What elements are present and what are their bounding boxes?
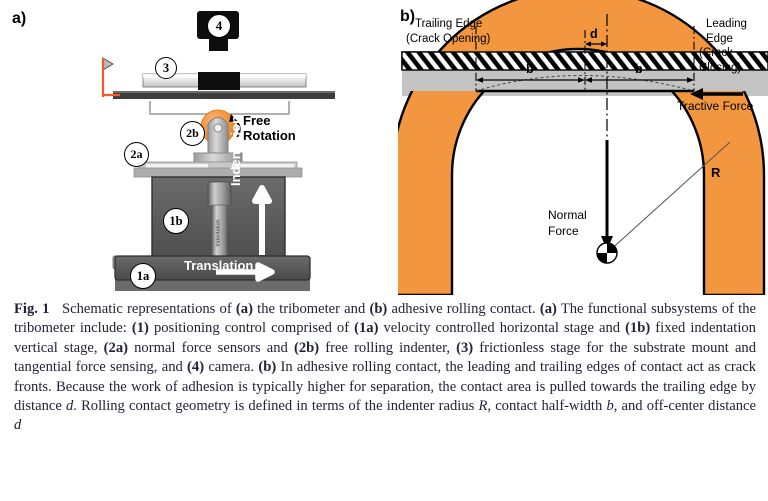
leading-edge-line1: Leading Edge <box>706 18 747 45</box>
caption-segment: (1) <box>131 320 149 337</box>
normal-force-sensors <box>133 152 303 178</box>
caption-segment: camera. <box>204 359 259 376</box>
caption-segment: adhesive rolling contact. <box>387 301 540 317</box>
free-rotation-label: Free Rotation <box>243 113 296 144</box>
indenter-body-text: Indentation <box>216 219 222 246</box>
callout-1a-label: 1a <box>136 268 150 283</box>
caption-segment: (b) <box>258 359 277 376</box>
d-text: d <box>590 27 598 41</box>
callout-2b-label: 2b <box>186 126 199 140</box>
caption-segment: velocity controlled horizontal stage and <box>378 320 626 337</box>
figure-1: Indentation a) 4 3 2b 2a 1b 1a Free Rota… <box>0 0 768 501</box>
caption-segment: (4) <box>187 359 205 376</box>
normal-force-line2: Force <box>548 223 579 238</box>
panel-a-tribometer: Indentation a) 4 3 2b 2a 1b 1a Free Rota… <box>0 0 398 295</box>
translation-text: Translation <box>184 258 254 273</box>
caption-segment: (3) <box>456 339 474 356</box>
radius-label: R <box>711 165 720 180</box>
caption-segment: Schematic representations of <box>62 301 236 317</box>
callout-2b: 2b <box>180 121 205 146</box>
radius-text: R <box>711 165 721 180</box>
panel-a-label: a) <box>12 10 27 27</box>
caption-segment: , and off-center distance <box>613 398 756 415</box>
tribometer-drawing: Indentation <box>101 11 335 291</box>
free-rotation-line1: Free <box>243 113 271 128</box>
caption-body: Schematic representations of (a) the tri… <box>14 301 756 433</box>
caption-segment: . Rolling contact geometry is defined in… <box>73 398 479 415</box>
frictionless-stage <box>113 72 335 99</box>
figure-caption: Fig. 1 Schematic representations of (a) … <box>14 300 756 436</box>
trailing-edge-line1: Trailing Edge <box>415 18 483 30</box>
b-right-text: b <box>635 62 643 76</box>
callout-1b-label: 1b <box>169 213 183 228</box>
leading-edge-label: Leading Edge (Crack Closing) <box>699 17 768 76</box>
indentation-text: Indentation <box>228 115 243 186</box>
callout-4-label: 4 <box>215 18 223 33</box>
caption-segment: (1b) <box>625 320 651 337</box>
caption-segment: normal force sensors and <box>127 339 294 356</box>
b-label-left: b <box>526 62 534 76</box>
indentation-label: Indentation <box>228 106 244 186</box>
tractive-force-label: Tractive Force <box>677 99 753 113</box>
normal-force-label: Normal Force <box>548 208 587 239</box>
panel-b-rolling-contact: b) Trailing Edge (Crack Opening) Leading… <box>398 0 768 295</box>
b-label-right: b <box>635 62 643 76</box>
trailing-edge-line2: (Crack Opening) <box>406 32 491 45</box>
b-left-text: b <box>526 62 534 76</box>
caption-segment: (b) <box>369 301 388 317</box>
leading-edge-line2: (Crack Closing) <box>699 47 742 75</box>
caption-segment: d <box>14 417 22 434</box>
normal-force-arrow <box>601 140 613 250</box>
d-label: d <box>590 27 598 41</box>
callout-2a-label: 2a <box>130 147 143 161</box>
caption-segment: b <box>606 398 614 415</box>
caption-prefix: Fig. 1 <box>14 301 50 317</box>
trailing-edge-label: Trailing Edge (Crack Opening) <box>406 17 490 46</box>
normal-force-line1: Normal <box>548 208 587 222</box>
callout-3-label: 3 <box>162 60 170 75</box>
translation-label: Translation <box>184 258 253 273</box>
caption-segment: (2a) <box>103 339 128 356</box>
callout-1a: 1a <box>130 263 156 289</box>
center-marker-icon <box>596 242 618 264</box>
tractive-force-text: Tractive Force <box>677 99 754 113</box>
callout-4: 4 <box>207 14 231 38</box>
caption-segment: positioning control comprised of <box>148 320 355 337</box>
caption-segment: (a) <box>539 301 557 317</box>
free-rotation-line2: Rotation <box>243 127 296 143</box>
caption-segment: free rolling indenter, <box>319 339 457 356</box>
caption-segment: (1a) <box>354 320 379 337</box>
caption-segment: the tribometer and <box>252 301 370 317</box>
callout-2a: 2a <box>124 142 149 167</box>
caption-segment: , contact half-width <box>487 398 607 415</box>
callout-3: 3 <box>155 57 177 79</box>
caption-segment: (a) <box>235 301 253 317</box>
caption-segment: (2b) <box>294 339 320 356</box>
callout-1b: 1b <box>163 208 189 234</box>
